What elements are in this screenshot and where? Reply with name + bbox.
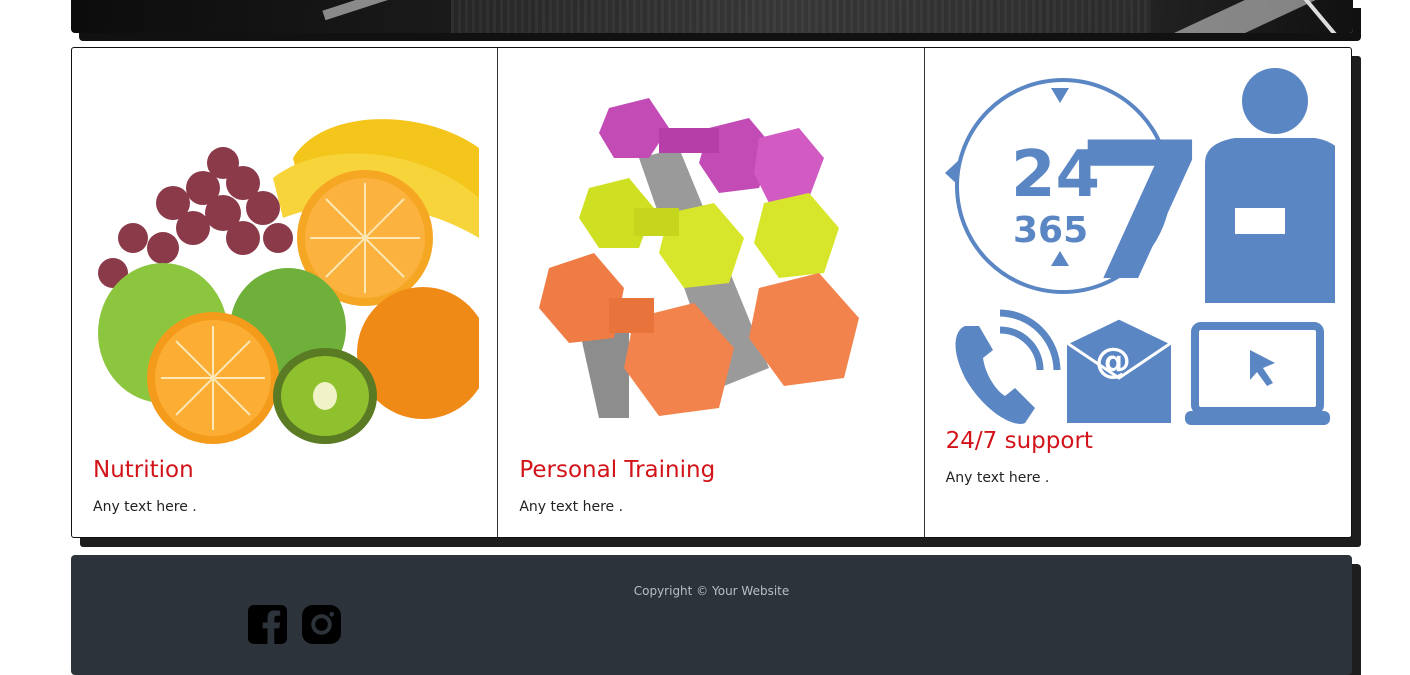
- card-text: Any text here .: [93, 499, 197, 515]
- instagram-icon[interactable]: [302, 605, 341, 644]
- facebook-icon[interactable]: [248, 605, 287, 644]
- support-at-sign: @: [1095, 341, 1131, 382]
- copyright-text: Copyright © Your Website: [633, 584, 790, 598]
- card-text: Any text here .: [519, 499, 624, 515]
- feature-card-nutrition: Nutrition Any text here .: [72, 48, 499, 537]
- card-text: Any text here .: [945, 470, 1050, 486]
- card-title: 24/7 support: [945, 428, 1093, 454]
- features-section: Nutrition Any text here . Personal Train…: [71, 47, 1352, 538]
- hero-image-strip: [71, 0, 1353, 33]
- hero-rope: [1302, 0, 1344, 33]
- feature-card-support: 24 365 7 @ 24/7 support Any text here .: [925, 48, 1351, 537]
- fruit-bowl-image: [93, 88, 479, 456]
- card-title: Nutrition: [93, 457, 194, 483]
- feature-card-personal-training: Personal Training Any text here .: [498, 48, 925, 537]
- hero-barbell: [322, 0, 440, 21]
- dumbbells-image: [519, 88, 906, 456]
- hero-texture: [451, 0, 1151, 33]
- support-seven: 7: [1075, 102, 1207, 323]
- support-icons-image: 24 365 7 @: [944, 68, 1335, 425]
- social-links: [248, 605, 341, 644]
- site-footer: Copyright © Your Website: [71, 555, 1352, 675]
- card-title: Personal Training: [519, 457, 716, 483]
